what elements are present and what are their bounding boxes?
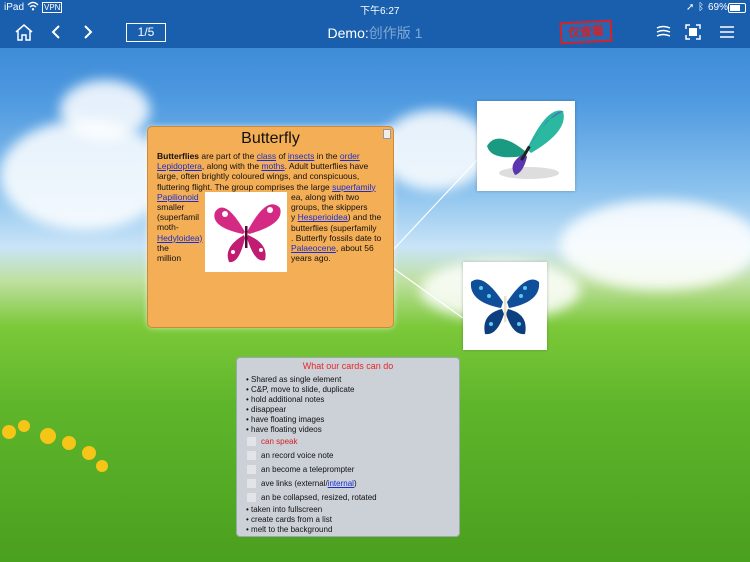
home-icon xyxy=(15,23,33,41)
text-span: in the xyxy=(314,151,340,161)
checklist-item[interactable]: can speak xyxy=(247,437,298,447)
card-title: What our cards can do xyxy=(302,361,394,371)
chevron-left-icon xyxy=(51,25,60,39)
page-indicator[interactable]: 1/5 xyxy=(126,23,166,42)
checklist-label: can speak xyxy=(261,437,298,446)
text-span: y xyxy=(291,212,298,223)
bold-term: Butterflies xyxy=(157,151,200,161)
features-card[interactable]: What our cards can do • Shared as single… xyxy=(236,357,460,537)
blue-butterfly-photo[interactable] xyxy=(463,262,547,350)
checklist-label: an become a teleprompter xyxy=(261,465,355,474)
list-item: • have floating images xyxy=(246,415,325,424)
home-button[interactable] xyxy=(14,20,34,44)
location-icon: ➚ xyxy=(686,2,695,13)
list-item: • have floating videos xyxy=(246,425,322,434)
list-item: • melt to the background xyxy=(246,525,333,534)
list-item: • taken into fullscreen xyxy=(246,505,323,514)
green-butterfly-photo[interactable] xyxy=(477,101,575,191)
link-lepidoptera[interactable]: Lepidoptera xyxy=(157,161,202,171)
link-class[interactable]: class xyxy=(257,151,276,161)
list-item: • create cards from a list xyxy=(246,515,332,524)
text-line: ea, along with two xyxy=(291,192,360,202)
card-title: Butterfly xyxy=(241,130,300,147)
bluetooth-icon: ᛒ xyxy=(698,2,704,13)
view-only-stamp: 仅查看 xyxy=(559,19,613,45)
link-internal[interactable]: internal xyxy=(328,479,354,488)
layers-icon xyxy=(656,25,670,37)
list-item: • disappear xyxy=(246,405,287,414)
text-span: , along with the xyxy=(201,161,262,172)
checklist-item[interactable]: an record voice note xyxy=(247,451,334,461)
layers-button[interactable] xyxy=(654,20,672,44)
butterfly-icon xyxy=(214,204,281,263)
checklist-item[interactable]: an be collapsed, resized, rotated xyxy=(247,493,377,503)
checklist-label: an record voice note xyxy=(261,451,334,460)
text-line: . Butterfly fossils date to xyxy=(291,232,382,243)
butterfly-icon xyxy=(487,110,564,179)
toolbar: 1/5 Demo:创作版 1 仅查看 xyxy=(0,16,750,48)
checkbox[interactable] xyxy=(247,493,256,503)
link-insects[interactable]: insects xyxy=(288,151,314,161)
clock: 下午6:27 xyxy=(360,6,400,17)
list-item: • hold additional notes xyxy=(246,395,325,404)
checklist-item[interactable]: an become a teleprompter xyxy=(247,465,355,475)
link-palaeocene[interactable]: Palaeocene xyxy=(291,243,336,253)
link-hedyloidea[interactable]: Hedyloidea) xyxy=(157,233,202,243)
text-line: million xyxy=(157,253,182,264)
text-line: butterflies (superfamily xyxy=(291,222,377,233)
next-button[interactable] xyxy=(80,20,96,44)
fullscreen-icon xyxy=(685,24,701,40)
text-span: are part of the xyxy=(199,151,257,161)
text-line: smaller xyxy=(157,202,185,212)
link-hesperioidea[interactable]: Hesperioidea xyxy=(298,212,348,222)
document-title: Demo:创作版 1 xyxy=(300,23,450,43)
link-superfamily[interactable]: superfamily xyxy=(332,182,375,192)
device-label: iPad xyxy=(4,2,25,13)
text-span: , about 56 xyxy=(335,243,374,254)
fullscreen-button[interactable] xyxy=(684,20,702,44)
vpn-badge: VPN xyxy=(42,2,63,13)
link-moths[interactable]: moths xyxy=(261,161,284,171)
text-line: (superfamil xyxy=(157,212,200,223)
hamburger-icon xyxy=(720,26,734,38)
checklist-item[interactable]: ave links (external/internal) xyxy=(247,479,357,489)
link-order[interactable]: order xyxy=(340,151,360,161)
text-span: of xyxy=(276,151,288,161)
chevron-right-icon xyxy=(84,25,93,39)
pink-butterfly-image[interactable] xyxy=(205,192,287,272)
checkbox[interactable] xyxy=(247,437,256,447)
battery-icon xyxy=(728,3,746,13)
list-item: • Shared as single element xyxy=(246,375,342,384)
checklist-label: ave links (external/ xyxy=(261,479,328,488)
text-line: moth- xyxy=(157,222,179,233)
title-main: Demo: xyxy=(327,25,369,41)
text-line: years ago. xyxy=(291,253,331,264)
list-item: • C&P, move to slide, duplicate xyxy=(246,385,355,394)
checkbox[interactable] xyxy=(247,465,256,475)
previous-button[interactable] xyxy=(48,20,64,44)
butterfly-icon xyxy=(470,279,540,335)
checkbox[interactable] xyxy=(247,451,256,461)
wifi-icon xyxy=(27,1,39,14)
card-right-column: ea, along with two groups, the skippers … xyxy=(291,192,381,263)
card-left-column: smaller (superfamil moth- Hedyloidea) th… xyxy=(157,202,202,263)
checklist-label: ) xyxy=(353,479,357,488)
text-span: ) and the xyxy=(347,212,382,223)
checklist-label: an be collapsed, resized, rotated xyxy=(261,493,377,502)
checkbox[interactable] xyxy=(247,479,256,489)
text-line: the xyxy=(157,242,169,253)
menu-button[interactable] xyxy=(718,20,736,44)
battery-percent: 69% xyxy=(708,2,729,13)
link-papilionoid[interactable]: Papilionoid xyxy=(157,192,199,202)
title-sub: 创作版 1 xyxy=(368,25,423,41)
text-line: groups, the skippers xyxy=(291,202,368,213)
status-bar: iPad VPN 下午6:27 ➚ ᛒ 69% xyxy=(0,0,750,17)
